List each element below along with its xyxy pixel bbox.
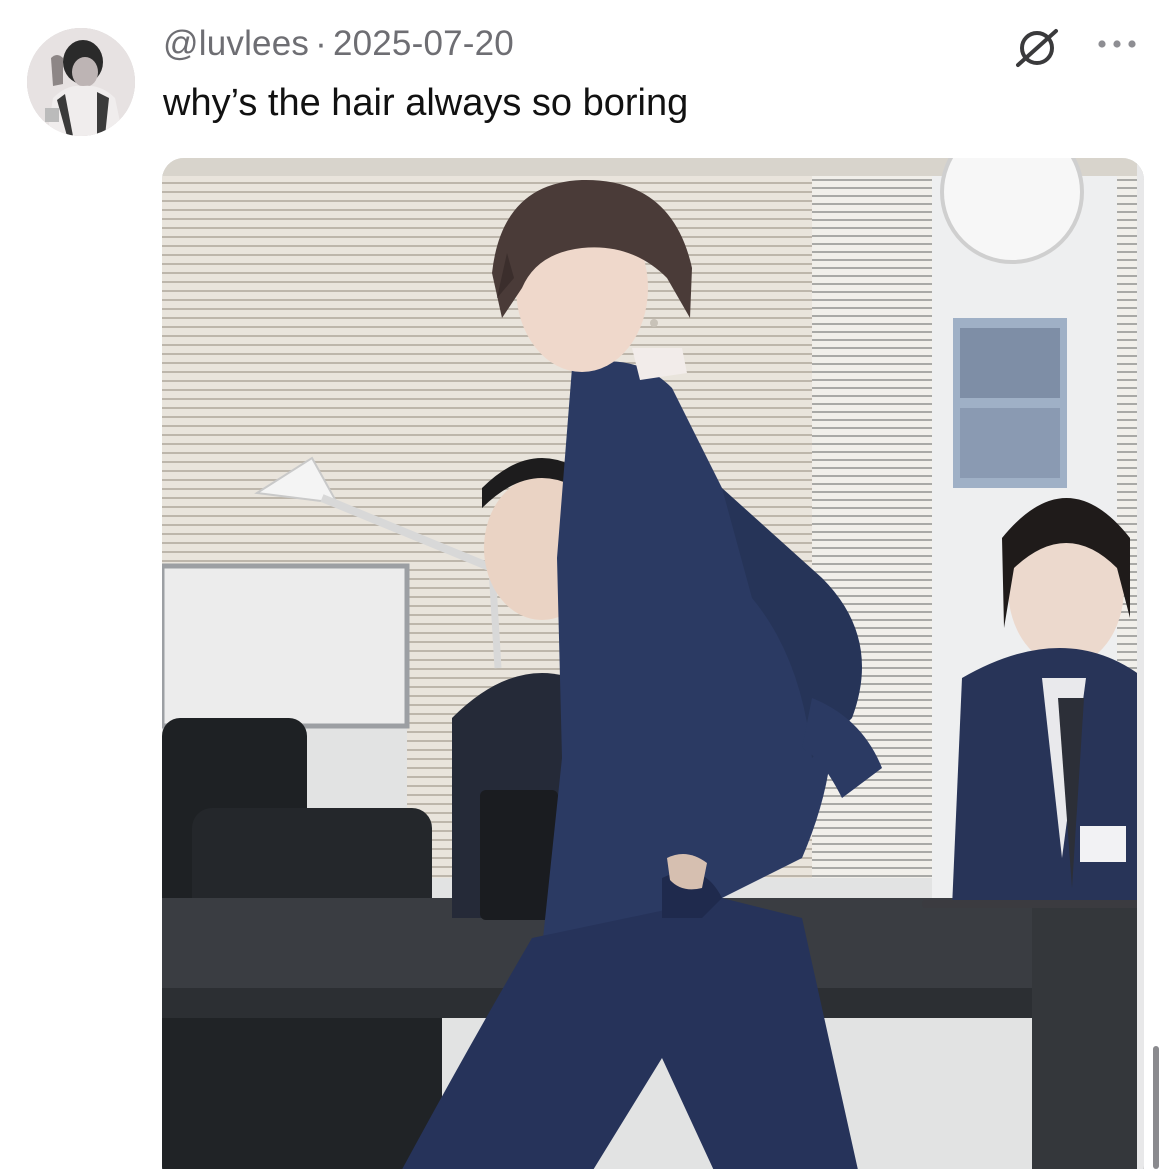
eye-slash-icon [1016,29,1058,67]
avatar-image [27,28,135,136]
photo-scene [162,158,1144,1169]
scrollbar[interactable] [1153,1046,1159,1169]
more-button[interactable] [1092,30,1142,60]
meta-separator: · [315,24,327,63]
post-card: @luvlees · 2025-07-20 why’s the hair alway… [0,0,1169,1169]
avatar[interactable] [27,28,135,136]
author-handle[interactable]: @luvlees [163,24,309,63]
post-date: 2025-07-20 [332,24,514,63]
post-text: why’s the hair always so boring [163,82,689,124]
post-photo[interactable] [162,158,1144,1169]
post-meta: @luvlees · 2025-07-20 [163,24,514,64]
hide-button[interactable] [1012,25,1062,71]
more-dots-icon [1098,40,1136,48]
